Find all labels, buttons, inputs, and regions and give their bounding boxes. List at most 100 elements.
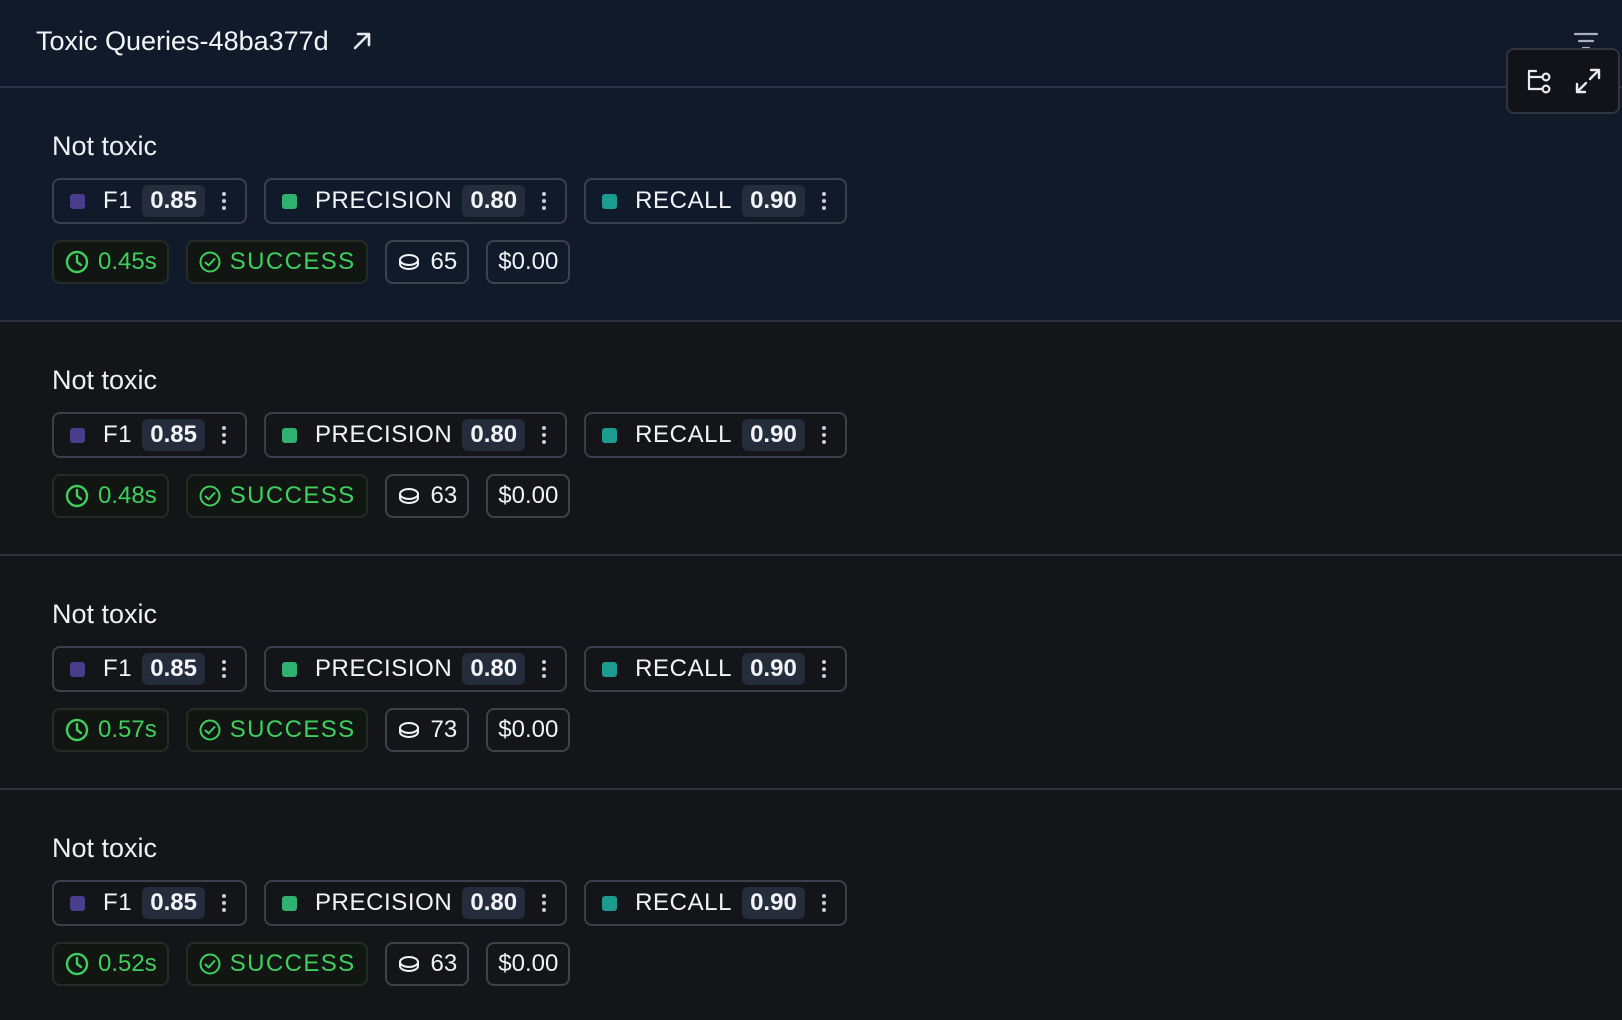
- latency-value: 0.45s: [98, 248, 157, 275]
- metric-value: 0.85: [142, 419, 205, 451]
- expand-button[interactable]: [1570, 63, 1606, 99]
- row-label: Not toxic: [52, 833, 158, 863]
- status-text: SUCCESS: [229, 482, 356, 509]
- metric-color-swatch: [602, 193, 618, 209]
- tokens-value: 63: [430, 482, 458, 509]
- check-circle-icon: [198, 250, 222, 274]
- status-badge: SUCCESS: [185, 474, 368, 518]
- tokens-chip: 63: [384, 942, 470, 986]
- result-row[interactable]: Not toxic F1 0.85 PRECISION 0.80 RECALL …: [0, 88, 1622, 322]
- metric-chip-recall[interactable]: RECALL 0.90: [584, 178, 847, 224]
- clock-icon: [64, 717, 90, 743]
- more-vertical-icon[interactable]: [531, 654, 557, 684]
- clock-icon: [64, 483, 90, 509]
- page-title: Toxic Queries-48ba377d: [36, 25, 329, 56]
- metric-name: PRECISION: [314, 889, 453, 916]
- metric-color-swatch: [602, 895, 618, 911]
- more-vertical-icon[interactable]: [211, 420, 237, 450]
- view-toolbar: [1506, 48, 1620, 114]
- result-row[interactable]: Not toxic F1 0.85 PRECISION 0.80 RECALL …: [0, 322, 1622, 556]
- metric-color-swatch: [281, 661, 297, 677]
- status-text: SUCCESS: [229, 950, 356, 977]
- latency-chip: 0.57s: [52, 708, 169, 752]
- row-label: Not toxic: [52, 131, 158, 161]
- metric-value: 0.80: [462, 887, 526, 919]
- stats-bar: 0.45s SUCCESS 65 $0.00: [52, 240, 1622, 284]
- more-vertical-icon[interactable]: [811, 888, 837, 918]
- metric-value: 0.90: [742, 887, 805, 919]
- status-badge: SUCCESS: [185, 942, 368, 986]
- status-text: SUCCESS: [229, 716, 356, 743]
- coin-icon: [397, 718, 421, 742]
- metric-value: 0.85: [142, 185, 205, 217]
- more-vertical-icon[interactable]: [531, 420, 557, 450]
- metric-color-swatch: [281, 193, 297, 209]
- metric-name: RECALL: [635, 889, 733, 916]
- result-row[interactable]: Not toxic F1 0.85 PRECISION 0.80 RECALL …: [0, 790, 1622, 1020]
- metric-color-swatch: [602, 661, 618, 677]
- metric-name: F1: [103, 655, 133, 682]
- cost-chip: $0.00: [486, 240, 571, 284]
- metric-chip-recall[interactable]: RECALL 0.90: [584, 880, 847, 926]
- metric-name: PRECISION: [314, 187, 453, 214]
- status-badge: SUCCESS: [185, 708, 368, 752]
- expand-icon: [1575, 68, 1600, 94]
- more-vertical-icon[interactable]: [211, 654, 237, 684]
- check-circle-icon: [198, 718, 222, 742]
- metric-chip-precision[interactable]: PRECISION 0.80: [263, 178, 568, 224]
- metric-name: F1: [103, 421, 133, 448]
- more-vertical-icon[interactable]: [811, 186, 837, 216]
- metric-value: 0.85: [142, 887, 205, 919]
- cost-chip: $0.00: [486, 708, 571, 752]
- metric-color-swatch: [70, 895, 85, 911]
- clock-icon: [64, 249, 90, 275]
- metric-name: RECALL: [635, 421, 733, 448]
- metric-value: 0.90: [742, 185, 805, 217]
- results-list: Not toxic F1 0.85 PRECISION 0.80 RECALL …: [0, 88, 1622, 1020]
- status-badge: SUCCESS: [185, 240, 368, 284]
- coin-icon: [397, 484, 421, 508]
- latency-chip: 0.52s: [52, 942, 169, 986]
- clock-icon: [64, 951, 90, 977]
- header: Toxic Queries-48ba377d: [0, 0, 1622, 88]
- metric-name: PRECISION: [314, 421, 453, 448]
- metric-chip-f1[interactable]: F1 0.85: [52, 178, 247, 224]
- metric-color-swatch: [281, 427, 297, 443]
- coin-icon: [397, 250, 421, 274]
- tree-view-button[interactable]: [1521, 63, 1557, 99]
- row-label: Not toxic: [52, 599, 158, 629]
- metric-value: 0.80: [462, 419, 526, 451]
- metric-color-swatch: [70, 193, 85, 209]
- more-vertical-icon[interactable]: [811, 420, 837, 450]
- more-vertical-icon[interactable]: [531, 888, 557, 918]
- metric-chip-precision[interactable]: PRECISION 0.80: [263, 880, 568, 926]
- cost-value: $0.00: [498, 716, 559, 743]
- latency-chip: 0.48s: [52, 474, 169, 518]
- latency-value: 0.52s: [98, 950, 157, 977]
- metric-name: RECALL: [635, 655, 733, 682]
- metric-chip-f1[interactable]: F1 0.85: [52, 412, 247, 458]
- arrow-up-right-icon[interactable]: [349, 28, 375, 54]
- more-vertical-icon[interactable]: [211, 888, 237, 918]
- metric-color-swatch: [70, 427, 85, 443]
- more-vertical-icon[interactable]: [211, 186, 237, 216]
- metric-value: 0.90: [742, 653, 805, 685]
- metric-chip-precision[interactable]: PRECISION 0.80: [263, 412, 568, 458]
- metric-color-swatch: [70, 661, 85, 677]
- more-vertical-icon[interactable]: [531, 186, 557, 216]
- more-vertical-icon[interactable]: [811, 654, 837, 684]
- metric-name: RECALL: [635, 187, 733, 214]
- metric-chip-f1[interactable]: F1 0.85: [52, 646, 247, 692]
- metrics-bar: F1 0.85 PRECISION 0.80 RECALL 0.90: [52, 178, 1622, 224]
- tokens-chip: 73: [384, 708, 470, 752]
- result-row[interactable]: Not toxic F1 0.85 PRECISION 0.80 RECALL …: [0, 556, 1622, 790]
- stats-bar: 0.48s SUCCESS 63 $0.00: [52, 474, 1622, 518]
- metric-chip-recall[interactable]: RECALL 0.90: [584, 646, 847, 692]
- metric-chip-f1[interactable]: F1 0.85: [52, 880, 247, 926]
- cost-chip: $0.00: [486, 942, 571, 986]
- coin-icon: [397, 952, 421, 976]
- latency-chip: 0.45s: [52, 240, 169, 284]
- metric-chip-precision[interactable]: PRECISION 0.80: [263, 646, 568, 692]
- metric-chip-recall[interactable]: RECALL 0.90: [584, 412, 847, 458]
- metric-value: 0.80: [462, 185, 526, 217]
